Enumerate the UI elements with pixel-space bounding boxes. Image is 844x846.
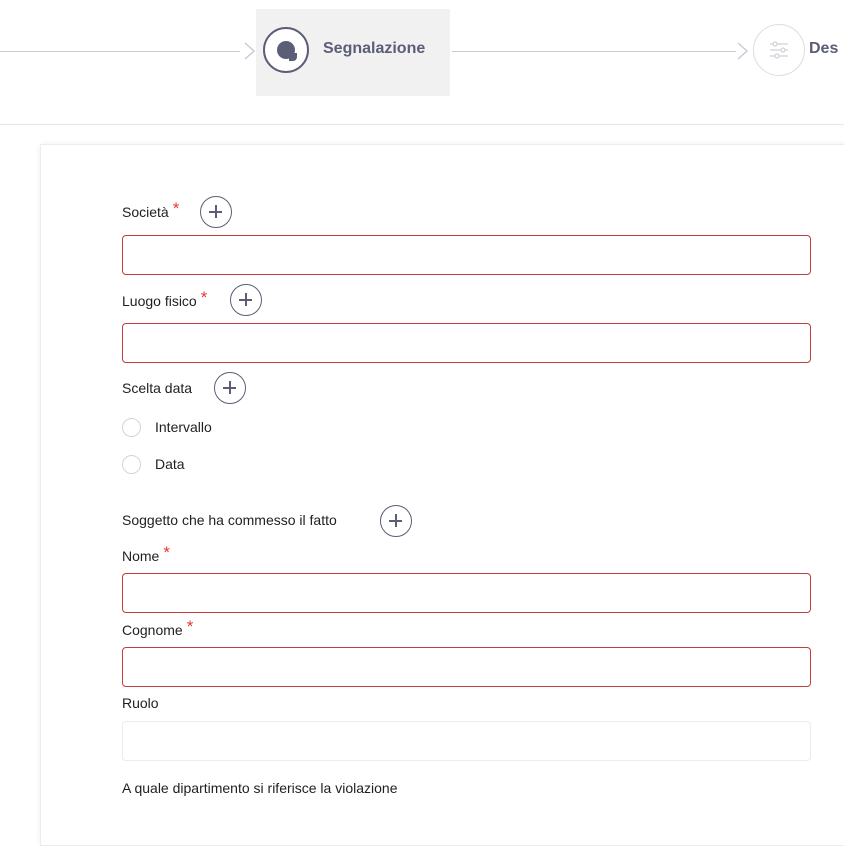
ruolo-field[interactable] — [122, 721, 811, 761]
nome-label: Nome * — [122, 543, 170, 564]
required-mark: * — [200, 288, 208, 307]
stepper-line — [0, 51, 240, 52]
step-label-next: Des — [809, 40, 839, 57]
societa-field[interactable] — [122, 235, 811, 275]
sliders-icon[interactable] — [753, 24, 805, 76]
stepper: Segnalazione Des — [0, 0, 844, 125]
step-label-segnalazione: Segnalazione — [323, 40, 426, 57]
cognome-field[interactable] — [122, 647, 811, 687]
radio-label-intervallo: Intervallo — [155, 419, 212, 435]
required-mark: * — [163, 543, 170, 562]
ruolo-label: Ruolo — [122, 695, 159, 711]
add-scelta-data-button[interactable] — [214, 372, 246, 404]
add-luogo-button[interactable] — [230, 284, 262, 316]
radio-label-data: Data — [155, 456, 185, 472]
dipartimento-label: A quale dipartimento si riferisce la vio… — [122, 780, 398, 796]
add-societa-button[interactable] — [200, 196, 232, 228]
radio-data[interactable] — [122, 455, 141, 474]
step-descrizione[interactable]: Des — [806, 30, 844, 70]
required-mark: * — [186, 617, 194, 636]
soggetto-label: Soggetto che ha commesso il fatto — [122, 512, 337, 528]
chat-bubble-icon — [263, 27, 309, 73]
societa-label: Società * — [122, 199, 180, 220]
cognome-label: Cognome * — [122, 617, 194, 638]
luogo-fisico-field[interactable] — [122, 323, 811, 363]
chevron-right-icon — [737, 42, 749, 60]
scelta-data-label: Scelta data — [122, 380, 193, 396]
nome-field[interactable] — [122, 573, 811, 613]
required-mark: * — [172, 199, 180, 218]
luogo-fisico-label: Luogo fisico * — [122, 288, 208, 309]
chevron-right-icon — [244, 42, 256, 60]
add-soggetto-button[interactable] — [380, 505, 412, 537]
stepper-line — [452, 51, 736, 52]
radio-intervallo[interactable] — [122, 418, 141, 437]
